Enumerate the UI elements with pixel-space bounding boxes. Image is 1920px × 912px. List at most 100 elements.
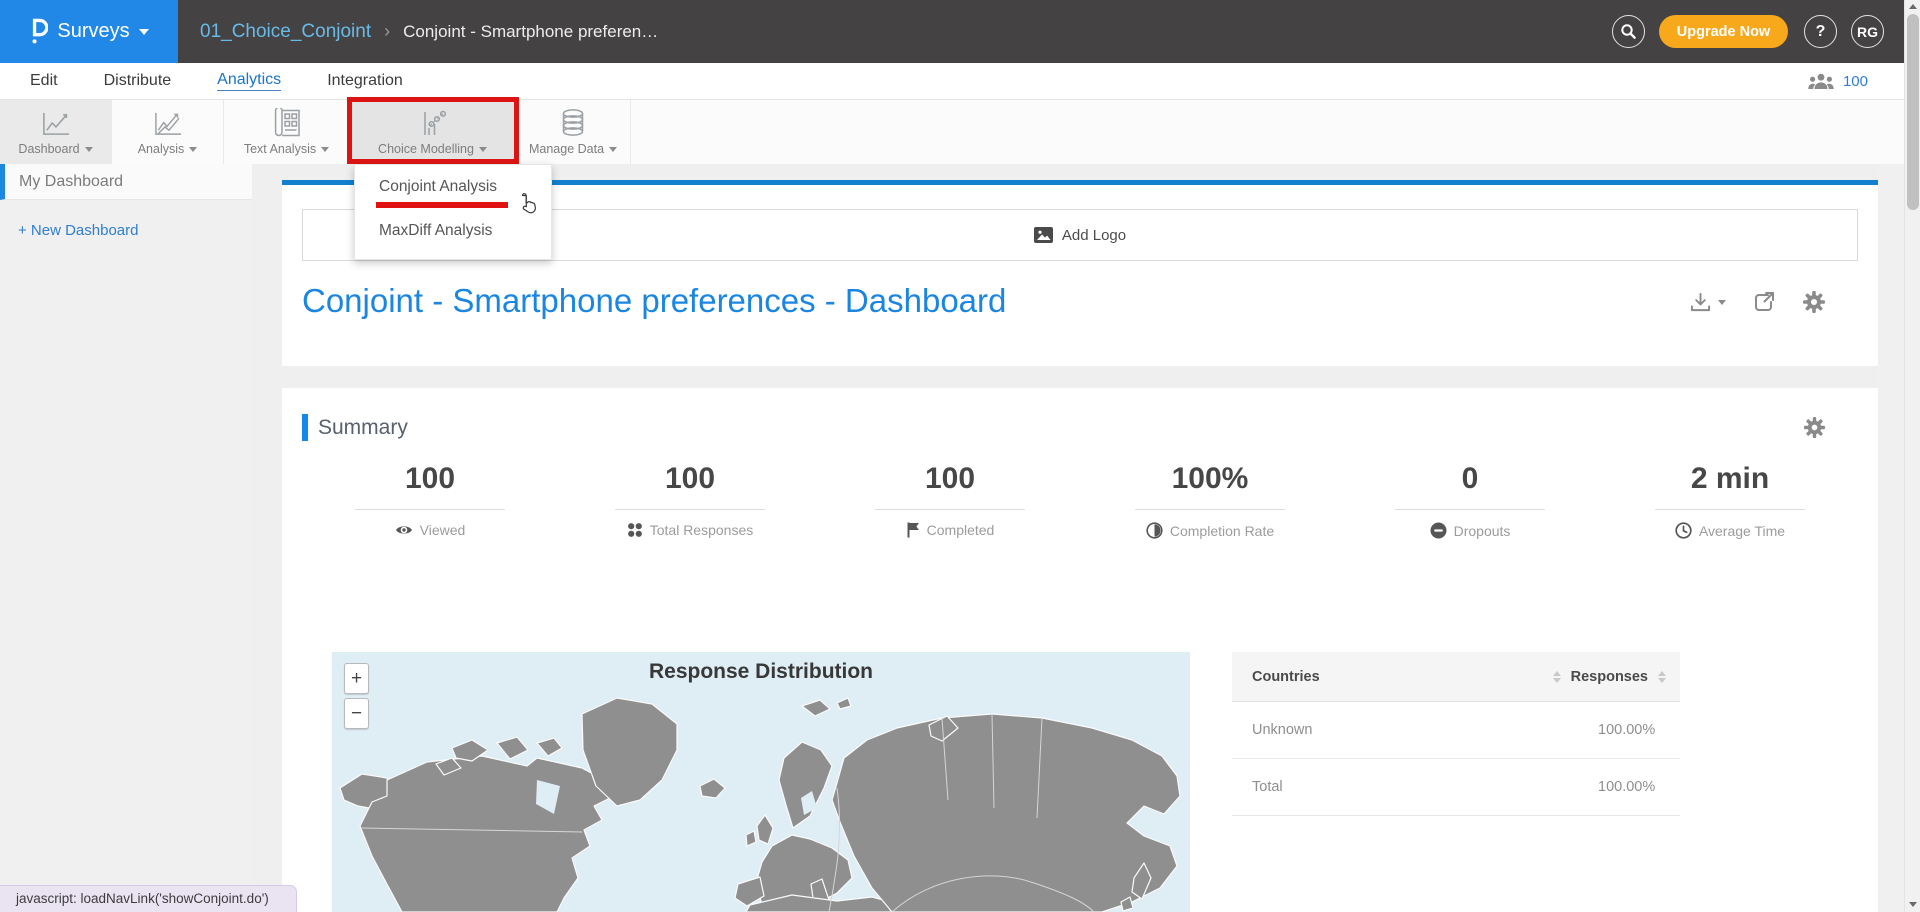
scrollbar-thumb[interactable]: [1907, 14, 1919, 210]
nav-tab-integration[interactable]: Integration: [327, 72, 403, 90]
stat-label: Total Responses: [650, 522, 754, 538]
chevron-down-icon: [85, 147, 93, 152]
breadcrumb-separator: ›: [384, 21, 390, 42]
divider: [1395, 509, 1545, 510]
toolbar-item-text-analysis[interactable]: Text Analysis: [224, 100, 350, 164]
menu-item-maxdiff-analysis[interactable]: MaxDiff Analysis: [379, 222, 492, 240]
stat-value: 100: [820, 462, 1080, 496]
sort-icon[interactable]: [1553, 671, 1561, 683]
share-icon: [1752, 290, 1776, 314]
product-switcher[interactable]: Surveys: [0, 0, 178, 63]
stat-value: 2 min: [1600, 462, 1860, 496]
stat-average-time: 2 min Average Time: [1600, 462, 1860, 539]
menu-item-conjoint-analysis[interactable]: Conjoint Analysis: [379, 178, 497, 196]
scatter-chart-icon: [418, 106, 448, 138]
upgrade-button[interactable]: Upgrade Now: [1659, 15, 1788, 48]
toolbar-item-label: Choice Modelling: [378, 142, 474, 156]
download-icon: [1689, 292, 1712, 313]
scrollbar[interactable]: [1904, 0, 1920, 912]
summary-settings-button[interactable]: [1803, 416, 1826, 439]
stat-value: 0: [1340, 462, 1600, 496]
download-button[interactable]: [1689, 292, 1726, 313]
table-row: Total 100.00%: [1232, 759, 1680, 816]
stat-value: 100: [560, 462, 820, 496]
status-link-tooltip: javascript: loadNavLink('showConjoint.do…: [0, 885, 297, 912]
app-window: Surveys 01_Choice_Conjoint › Conjoint - …: [0, 0, 1920, 912]
multi-line-chart-icon: [151, 106, 184, 138]
table-header: Countries Responses: [1232, 652, 1680, 702]
help-button[interactable]: ?: [1804, 15, 1837, 48]
flag-icon: [906, 522, 920, 538]
dashboard-settings-button[interactable]: [1802, 290, 1826, 314]
summary-section-title: Summary: [318, 416, 408, 440]
world-map: [332, 688, 1190, 912]
divider: [1655, 509, 1805, 510]
page-title: Conjoint - Smartphone preferences - Dash…: [302, 282, 1006, 320]
toolbar-item-label: Dashboard: [18, 142, 79, 156]
gear-icon: [1802, 290, 1826, 314]
column-header-countries[interactable]: Countries: [1252, 669, 1320, 685]
eye-icon: [395, 524, 413, 536]
clock-icon: [1675, 522, 1692, 539]
chevron-down-icon: [1718, 300, 1726, 305]
toolbar-item-analysis[interactable]: Analysis: [112, 100, 224, 164]
stat-label: Dropouts: [1454, 523, 1511, 539]
toolbar-item-dashboard[interactable]: Dashboard: [0, 100, 112, 164]
toolbar-item-manage-data[interactable]: Manage Data: [516, 100, 631, 164]
stat-value: 100%: [1080, 462, 1340, 496]
breadcrumb-folder-link[interactable]: 01_Choice_Conjoint: [200, 21, 371, 43]
sort-icon[interactable]: [1658, 671, 1666, 683]
annotation-underline: [376, 202, 508, 208]
add-logo-label: Add Logo: [1062, 227, 1126, 244]
analytics-toolbar: Dashboard Analysis: [0, 100, 1920, 164]
avatar[interactable]: RG: [1851, 15, 1884, 48]
stat-label: Completion Rate: [1170, 523, 1274, 539]
nav-tab-edit[interactable]: Edit: [30, 72, 58, 90]
stat-completed: 100 Completed: [820, 462, 1080, 539]
breadcrumb: 01_Choice_Conjoint › Conjoint - Smartpho…: [200, 0, 658, 63]
divider: [875, 509, 1025, 510]
gear-icon: [1803, 416, 1826, 439]
scroll-down-arrow[interactable]: [1909, 902, 1917, 907]
section-accent-bar: [302, 414, 308, 441]
toolbar-item-label: Text Analysis: [244, 142, 316, 156]
stat-viewed: 100 Viewed: [300, 462, 560, 539]
search-button[interactable]: [1612, 15, 1645, 48]
share-button[interactable]: [1752, 290, 1776, 314]
sidebar-item-my-dashboard[interactable]: My Dashboard: [0, 164, 252, 200]
map-title: Response Distribution: [332, 660, 1190, 684]
column-header-responses[interactable]: Responses: [1571, 669, 1648, 685]
newspaper-icon: [273, 106, 301, 138]
divider: [615, 509, 765, 510]
right-gutter: [1878, 100, 1904, 912]
countries-table: Countries Responses Unknown 100.00% Tota…: [1232, 652, 1680, 816]
nav-tab-distribute[interactable]: Distribute: [104, 72, 172, 90]
panel-divider: [252, 366, 1904, 388]
nav-bar: Edit Distribute Analytics Integration 10…: [0, 63, 1920, 100]
toolbar-item-label: Manage Data: [529, 142, 604, 156]
stat-label: Viewed: [420, 522, 466, 538]
respondent-count-link[interactable]: 100: [1843, 73, 1868, 90]
toolbar-item-label: Analysis: [138, 142, 185, 156]
stat-label: Completed: [927, 522, 995, 538]
responses-cell: 100.00%: [1598, 779, 1655, 795]
line-chart-icon: [39, 106, 72, 138]
responses-cell: 100.00%: [1598, 722, 1655, 738]
summary-stats: 100 Viewed 100 Total Responses 100 Compl…: [300, 462, 1860, 539]
response-distribution-map[interactable]: Response Distribution + −: [332, 652, 1190, 912]
dashboard-sidebar: My Dashboard + New Dashboard: [0, 164, 252, 912]
stat-label: Average Time: [1699, 523, 1785, 539]
image-icon: [1034, 227, 1053, 243]
chevron-down-icon: [609, 147, 617, 152]
nav-tab-analytics[interactable]: Analytics: [217, 71, 281, 91]
scroll-up-arrow[interactable]: [1909, 4, 1917, 9]
dots-icon: [627, 522, 643, 538]
breadcrumb-page: Conjoint - Smartphone preferen…: [403, 22, 658, 42]
stat-total-responses: 100 Total Responses: [560, 462, 820, 539]
choice-modelling-menu: Conjoint Analysis MaxDiff Analysis: [354, 164, 552, 260]
app-logo-icon: [29, 15, 48, 48]
chevron-down-icon: [189, 147, 197, 152]
stat-completion-rate: 100% Completion Rate: [1080, 462, 1340, 539]
toolbar-item-choice-modelling[interactable]: Choice Modelling: [350, 100, 516, 164]
new-dashboard-button[interactable]: + New Dashboard: [18, 222, 138, 239]
